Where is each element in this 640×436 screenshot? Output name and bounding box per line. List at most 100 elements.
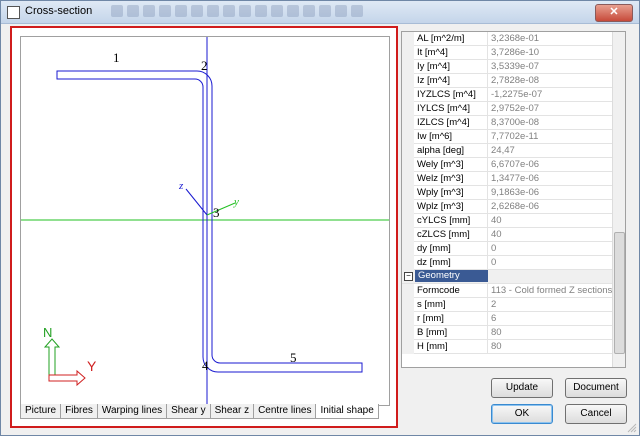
property-row[interactable]: Wely [m^3] 6,6707e-06 (402, 158, 612, 172)
cross-section-drawing: z y 1 2 3 4 5 N Y (21, 37, 389, 405)
node-label-2: 2 (201, 58, 208, 73)
property-row[interactable]: It [m^4] 3,7286e-10 (402, 46, 612, 60)
property-name: r [mm] (417, 313, 444, 324)
update-button[interactable]: Update (491, 378, 553, 398)
tab-picture[interactable]: Picture (20, 404, 62, 419)
tab-warping-lines[interactable]: Warping lines (96, 404, 168, 419)
property-name: Iw [m^6] (417, 131, 453, 142)
principal-y-axis (206, 202, 236, 216)
property-grid-scrollbar[interactable] (612, 32, 625, 367)
property-name: Iy [m^4] (417, 61, 450, 72)
cross-section-dialog: Cross-section ✕ z y 1 2 3 4 5 N Y Pictur… (0, 0, 640, 436)
corner-n-label: N (43, 325, 52, 340)
property-name: Formcode (417, 285, 460, 296)
principal-z-axis (185, 188, 208, 216)
geometry-section-label: Geometry (415, 270, 488, 282)
property-row[interactable]: AL [m^2/m] 3,2368e-01 (402, 32, 612, 46)
property-row[interactable]: IZLCS [m^4] 8,3700e-08 (402, 116, 612, 130)
property-value[interactable]: 6 (487, 312, 615, 325)
property-row[interactable]: B [mm] 80 (402, 326, 612, 340)
property-name: s [mm] (417, 299, 446, 310)
scrollbar-thumb[interactable] (614, 232, 625, 354)
property-row[interactable]: alpha [deg] 24,47 (402, 144, 612, 158)
cross-section-canvas[interactable]: z y 1 2 3 4 5 N Y (20, 36, 390, 406)
property-value[interactable]: 3,7286e-10 (487, 46, 615, 59)
node-label-1: 1 (113, 50, 120, 65)
property-value[interactable]: 80 (487, 340, 615, 353)
property-name: alpha [deg] (417, 145, 465, 156)
property-row[interactable]: Wplz [m^3] 2,6268e-06 (402, 200, 612, 214)
row-gutter (402, 326, 414, 340)
row-gutter (402, 186, 414, 200)
ok-button[interactable]: OK (491, 404, 553, 424)
property-value[interactable]: 9,1863e-06 (487, 186, 615, 199)
property-name: Wply [m^3] (417, 187, 464, 198)
node-label-3: 3 (213, 205, 220, 220)
tab-shear-y[interactable]: Shear y (166, 404, 211, 419)
property-value[interactable]: 6,6707e-06 (487, 158, 615, 171)
property-row[interactable]: dy [mm] 0 (402, 242, 612, 256)
property-name: Wplz [m^3] (417, 201, 464, 212)
close-button[interactable]: ✕ (595, 4, 633, 22)
property-value[interactable]: 7,7702e-11 (487, 130, 615, 143)
row-gutter (402, 340, 414, 354)
property-row[interactable]: r [mm] 6 (402, 312, 612, 326)
property-value[interactable]: 24,47 (487, 144, 615, 157)
property-value[interactable]: -1,2275e-07 (487, 88, 615, 101)
row-gutter (402, 144, 414, 158)
property-row[interactable]: H [mm] 80 (402, 340, 612, 354)
property-value[interactable]: 2,7828e-08 (487, 74, 615, 87)
property-value[interactable]: 113 - Cold formed Z sections (487, 284, 615, 297)
row-gutter (402, 200, 414, 214)
property-value[interactable]: 2,6268e-06 (487, 200, 615, 213)
property-row[interactable]: Iz [m^4] 2,7828e-08 (402, 74, 612, 88)
property-row[interactable]: s [mm] 2 (402, 298, 612, 312)
background-toolbar-icons (111, 5, 381, 19)
property-name: cZLCS [mm] (417, 229, 470, 240)
row-gutter (402, 88, 414, 102)
z-section-shape (56, 70, 363, 373)
property-row[interactable]: Iw [m^6] 7,7702e-11 (402, 130, 612, 144)
property-row[interactable]: IYLCS [m^4] 2,9752e-07 (402, 102, 612, 116)
property-row[interactable]: cYLCS [mm] 40 (402, 214, 612, 228)
tab-fibres[interactable]: Fibres (60, 404, 98, 419)
resize-grip-icon[interactable] (627, 423, 637, 433)
property-row[interactable]: cZLCS [mm] 40 (402, 228, 612, 242)
row-gutter (402, 298, 414, 312)
geometry-section-header[interactable]: − Geometry (402, 270, 612, 284)
row-gutter (402, 32, 414, 46)
tab-initial-shape[interactable]: Initial shape (315, 404, 379, 419)
property-row[interactable]: IYZLCS [m^4] -1,2275e-07 (402, 88, 612, 102)
property-row[interactable]: Formcode 113 - Cold formed Z sections (402, 284, 612, 298)
property-value[interactable]: 1,3477e-06 (487, 172, 615, 185)
row-gutter (402, 130, 414, 144)
property-row[interactable]: Iy [m^4] 3,5339e-07 (402, 60, 612, 74)
tab-centre-lines[interactable]: Centre lines (253, 404, 317, 419)
property-value[interactable]: 0 (487, 242, 615, 255)
cancel-button[interactable]: Cancel (565, 404, 627, 424)
property-value[interactable]: 40 (487, 228, 615, 241)
property-value[interactable]: 2 (487, 298, 615, 311)
collapse-icon[interactable]: − (404, 272, 413, 281)
property-value[interactable]: 3,5339e-07 (487, 60, 615, 73)
property-value[interactable]: 8,3700e-08 (487, 116, 615, 129)
principal-z-label: z (178, 180, 184, 192)
tab-shear-z[interactable]: Shear z (209, 404, 255, 419)
window-title: Cross-section (25, 5, 93, 17)
row-gutter (402, 102, 414, 116)
property-value[interactable]: 80 (487, 326, 615, 339)
property-name: cYLCS [mm] (417, 215, 471, 226)
property-value[interactable]: 0 (487, 256, 615, 269)
property-name: B [mm] (417, 327, 448, 338)
property-row[interactable]: dz [mm] 0 (402, 256, 612, 270)
drawing-panel: z y 1 2 3 4 5 N Y Picture Fibres Warping… (10, 26, 398, 428)
property-row[interactable]: Wply [m^3] 9,1863e-06 (402, 186, 612, 200)
row-gutter (402, 46, 414, 60)
document-button[interactable]: Document (565, 378, 627, 398)
property-grid: AL [m^2/m] 3,2368e-01 It [m^4] 3,7286e-10 Iy… (401, 31, 626, 368)
property-value[interactable]: 3,2368e-01 (487, 32, 615, 45)
property-value[interactable]: 2,9752e-07 (487, 102, 615, 115)
property-name: dy [mm] (417, 243, 451, 254)
property-row[interactable]: Welz [m^3] 1,3477e-06 (402, 172, 612, 186)
property-value[interactable]: 40 (487, 214, 615, 227)
